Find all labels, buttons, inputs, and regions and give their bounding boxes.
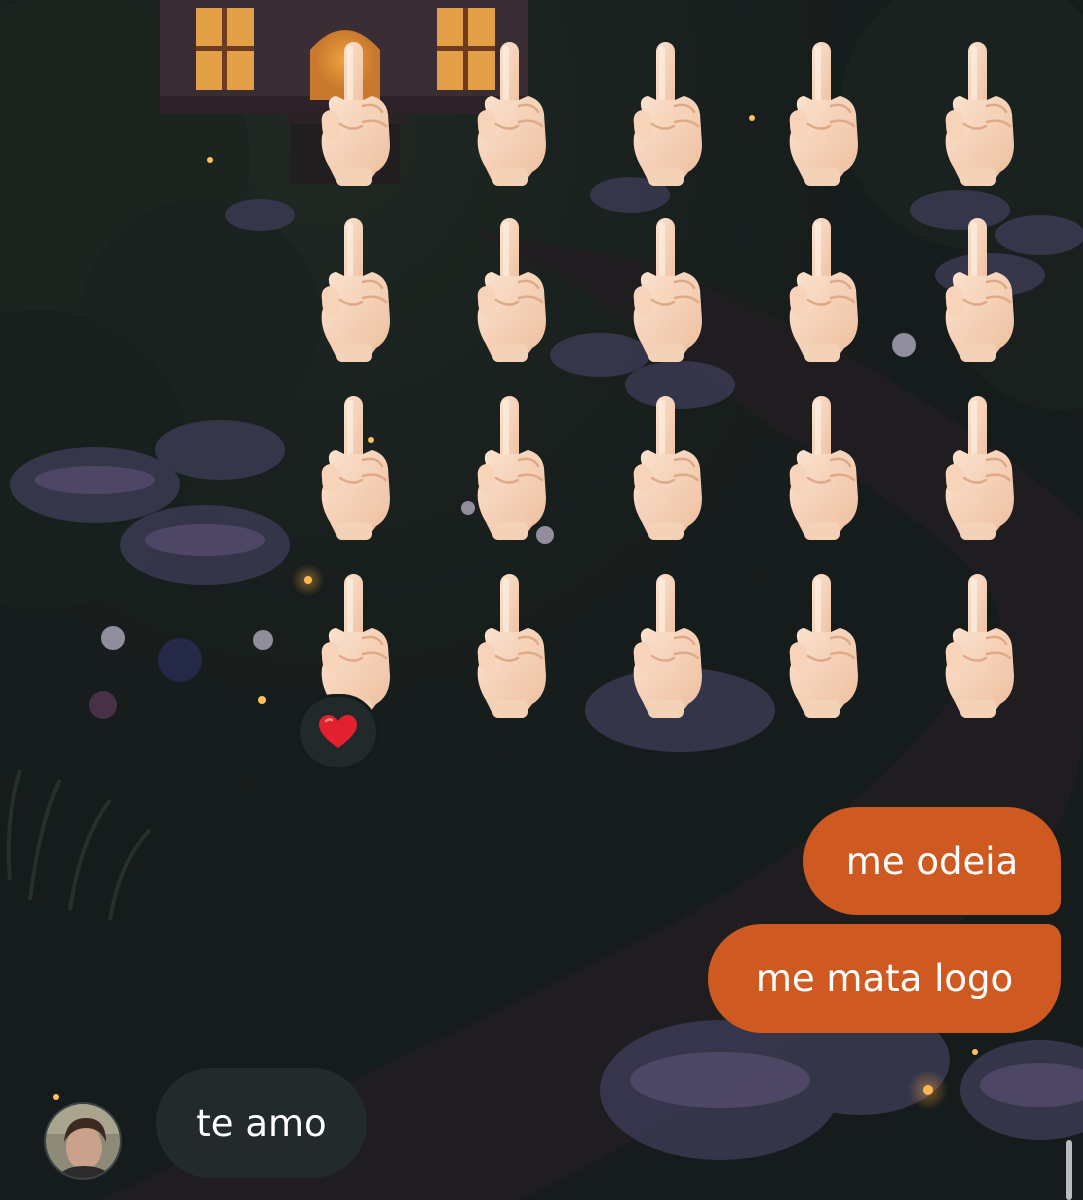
middle-finger-emoji-icon — [316, 216, 400, 366]
message-text: me mata logo — [755, 957, 1014, 1000]
middle-finger-emoji-icon — [472, 394, 556, 544]
scrollbar[interactable] — [1066, 1140, 1072, 1200]
emoji-message-grid[interactable] — [0, 0, 1083, 720]
middle-finger-emoji-icon — [472, 572, 556, 722]
message-text: te amo — [196, 1101, 327, 1145]
middle-finger-emoji-icon — [940, 216, 1024, 366]
middle-finger-emoji-icon — [940, 394, 1024, 544]
sender-avatar[interactable] — [44, 1102, 122, 1180]
sent-message-bubble[interactable]: me odeia — [803, 807, 1061, 915]
middle-finger-emoji-icon — [940, 572, 1024, 722]
middle-finger-emoji-icon — [784, 216, 868, 366]
middle-finger-emoji-icon — [628, 216, 712, 366]
middle-finger-emoji-icon — [472, 216, 556, 366]
middle-finger-emoji-icon — [472, 40, 556, 190]
middle-finger-emoji-icon — [784, 394, 868, 544]
sent-message-bubble[interactable]: me mata logo — [708, 924, 1061, 1033]
middle-finger-emoji-icon — [784, 40, 868, 190]
middle-finger-emoji-icon — [784, 572, 868, 722]
middle-finger-emoji-icon — [628, 572, 712, 722]
middle-finger-emoji-icon — [316, 40, 400, 190]
middle-finger-emoji-icon — [628, 40, 712, 190]
red-heart-icon — [319, 715, 357, 748]
middle-finger-emoji-icon — [940, 40, 1024, 190]
message-reaction[interactable] — [297, 694, 379, 770]
middle-finger-emoji-icon — [316, 394, 400, 544]
middle-finger-emoji-icon — [628, 394, 712, 544]
received-message-bubble[interactable]: te amo — [156, 1068, 367, 1178]
message-text: me odeia — [845, 839, 1019, 883]
